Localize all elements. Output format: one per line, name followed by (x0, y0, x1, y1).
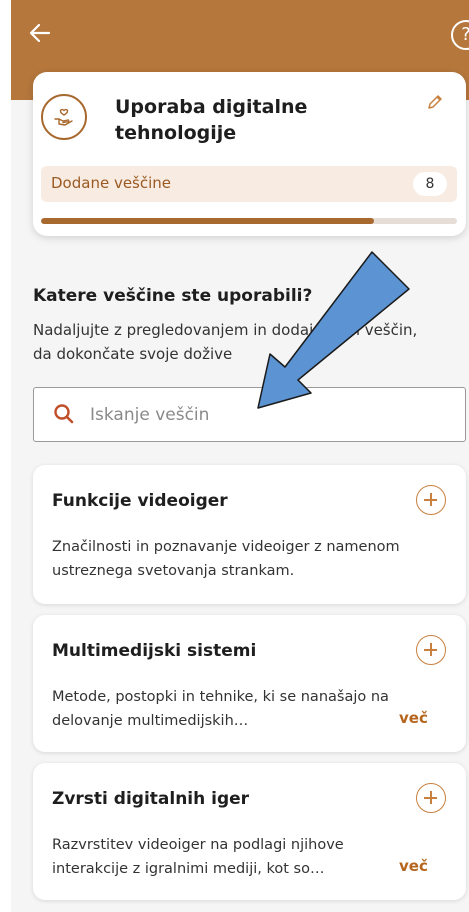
skill-item-title: Zvrsti digitalnih iger (52, 789, 250, 809)
skill-title: Uporaba digitalne tehnologije (115, 96, 308, 144)
skill-item-title: Funkcije videoiger (52, 491, 228, 511)
progress-fill (41, 218, 374, 224)
skill-item-title: Multimedijski sistemi (52, 641, 257, 661)
skill-item-card[interactable]: Multimedijski sistemi Metode, postopki i… (33, 615, 466, 752)
skill-item-description: Razvrstitev videoiger na podlagi njihove… (52, 837, 344, 877)
progress-bar (41, 218, 457, 224)
help-button[interactable]: ? (451, 20, 469, 50)
help-circle-icon: ? (461, 24, 469, 45)
added-skills-row: Dodane veščine 8 (41, 166, 457, 202)
skill-item-card[interactable]: Funkcije videoiger Značilnosti in poznav… (33, 465, 466, 604)
arrow-left-icon (29, 23, 51, 43)
plus-circle-icon[interactable] (416, 635, 446, 665)
question-description: Nadaljujte z pregledovanjem in dodajanje… (33, 321, 418, 363)
search-input[interactable] (90, 398, 450, 432)
search-box[interactable] (33, 387, 466, 442)
hand-heart-icon (54, 108, 73, 126)
question-title: Katere veščine ste uporabili? (33, 286, 313, 306)
pencil-icon (428, 95, 442, 109)
plus-circle-icon[interactable] (416, 485, 446, 515)
edit-button[interactable] (425, 92, 445, 112)
added-skills-label: Dodane veščine (51, 174, 172, 192)
skill-icon-badge (41, 94, 87, 140)
skill-item-description: Značilnosti in poznavanje videoiger z na… (52, 539, 400, 579)
more-link[interactable]: več (399, 857, 428, 875)
added-skills-count: 8 (413, 172, 447, 196)
search-icon (54, 404, 74, 424)
skill-summary-card: Uporaba digitalne tehnologije Dodane veš… (33, 72, 466, 236)
skill-item-card[interactable]: Zvrsti digitalnih iger Razvrstitev video… (33, 763, 466, 900)
back-button[interactable] (25, 18, 55, 48)
skill-item-description: Metode, postopki in tehnike, ki se nanaš… (52, 689, 389, 729)
left-margin (0, 0, 11, 912)
more-link[interactable]: več (399, 709, 428, 727)
screen: ? Uporaba digitalne tehnologije Dodane v… (0, 0, 469, 912)
plus-circle-icon[interactable] (416, 783, 446, 813)
